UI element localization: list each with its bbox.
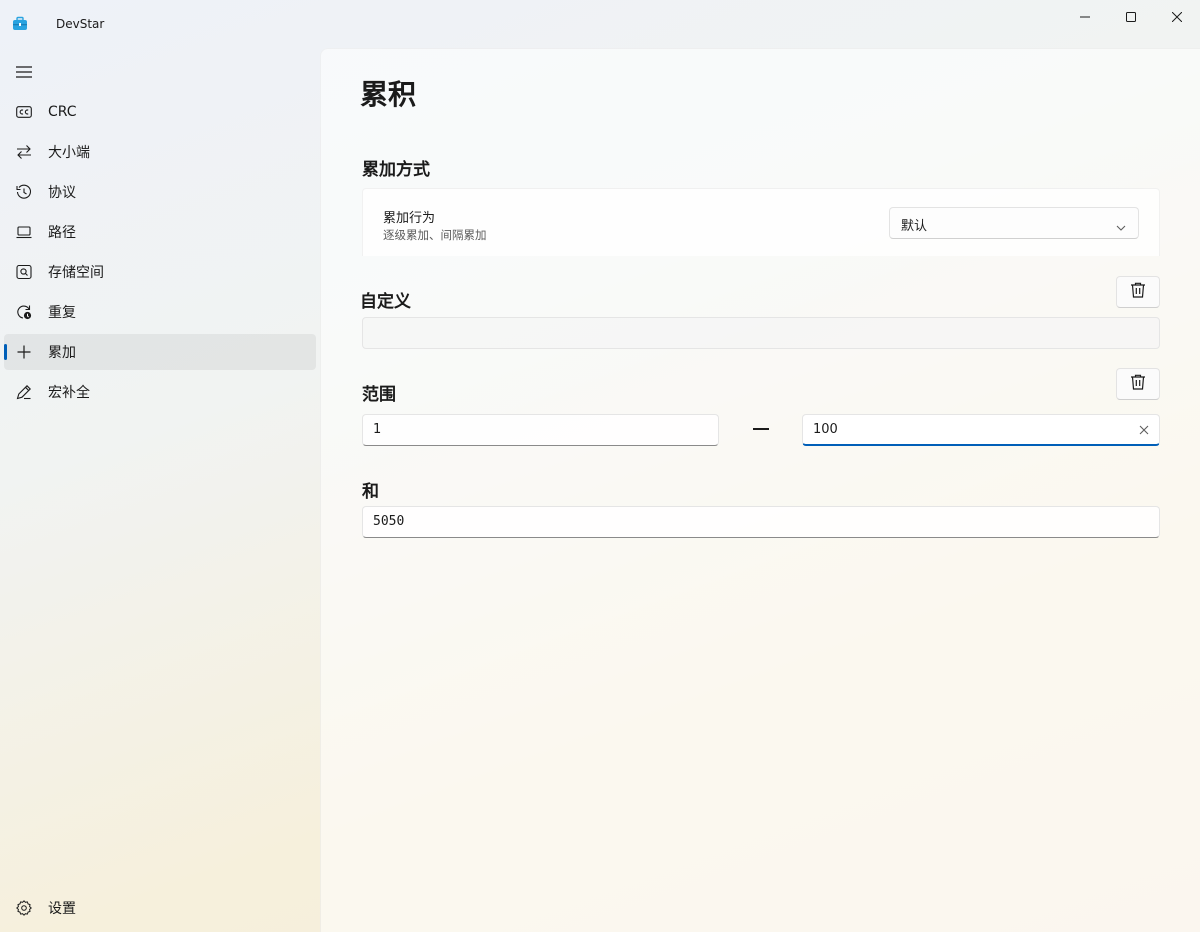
close-button[interactable]	[1154, 0, 1200, 32]
accumulate-mode-heading: 累加方式	[362, 160, 430, 180]
behavior-dropdown[interactable]: 默认	[889, 207, 1139, 239]
trash-icon	[1129, 281, 1147, 303]
repeat-icon	[15, 303, 33, 321]
sidebar-item-endianness[interactable]: 大小端	[4, 134, 316, 170]
sidebar-item-path[interactable]: 路径	[4, 214, 316, 250]
sidebar-nav: CRC 大小端 协议 路径 存储空间 重复 累加 宏补全	[4, 94, 316, 414]
swap-arrows-icon	[15, 143, 33, 161]
sum-output[interactable]: 5050	[362, 506, 1160, 538]
gear-icon	[15, 899, 33, 917]
range-start-value: 1	[373, 422, 382, 437]
range-end-input[interactable]: 100	[802, 414, 1160, 446]
range-start-input[interactable]: 1	[362, 414, 719, 446]
sidebar-item-label: 协议	[48, 185, 76, 201]
page-title: 累积	[360, 78, 417, 111]
cc-icon	[15, 103, 33, 121]
sidebar-item-label: 大小端	[48, 145, 90, 161]
menu-toggle-button[interactable]	[4, 56, 44, 88]
content-panel: 累积 累加方式 累加行为 逐级累加、间隔累加 默认 自定义 范围 1 100 和…	[320, 48, 1200, 932]
storage-search-icon	[15, 263, 33, 281]
sidebar-item-macro-complete[interactable]: 宏补全	[4, 374, 316, 410]
hamburger-icon	[16, 63, 32, 82]
plus-icon	[15, 343, 33, 361]
custom-heading: 自定义	[360, 292, 411, 312]
title-bar: DevStar	[0, 0, 1200, 48]
close-icon	[1171, 7, 1183, 26]
sidebar-item-label: 宏补全	[48, 385, 90, 401]
sum-heading: 和	[362, 482, 379, 502]
laptop-icon	[15, 223, 33, 241]
sidebar-item-accumulate[interactable]: 累加	[4, 334, 316, 370]
sidebar-footer: 设置	[4, 890, 316, 930]
sidebar-item-label: 设置	[48, 901, 76, 917]
sidebar-item-label: 重复	[48, 305, 76, 321]
maximize-icon	[1126, 7, 1136, 26]
sum-value: 5050	[373, 514, 405, 529]
pen-icon	[15, 383, 33, 401]
clear-icon[interactable]	[1137, 423, 1151, 437]
minimize-icon	[1080, 7, 1090, 26]
behavior-selected-value: 默认	[901, 219, 928, 234]
sidebar-item-repeat[interactable]: 重复	[4, 294, 316, 330]
minimize-button[interactable]	[1062, 0, 1108, 32]
sidebar-item-storage[interactable]: 存储空间	[4, 254, 316, 290]
behavior-title: 累加行为	[383, 211, 436, 226]
maximize-button[interactable]	[1108, 0, 1154, 32]
trash-icon	[1129, 373, 1147, 395]
accumulate-behavior-card: 累加行为 逐级累加、间隔累加 默认	[362, 188, 1160, 256]
sidebar-item-crc[interactable]: CRC	[4, 94, 316, 130]
range-separator	[753, 428, 769, 430]
app-title: DevStar	[56, 17, 105, 31]
custom-delete-button[interactable]	[1116, 276, 1160, 308]
behavior-description: 逐级累加、间隔累加	[383, 228, 487, 242]
sidebar-item-protocol[interactable]: 协议	[4, 174, 316, 210]
custom-input[interactable]	[362, 317, 1160, 349]
sidebar-item-label: 累加	[48, 345, 76, 361]
sidebar-item-label: 路径	[48, 225, 76, 241]
range-heading: 范围	[362, 385, 396, 405]
range-end-value: 100	[813, 422, 838, 437]
range-delete-button[interactable]	[1116, 368, 1160, 400]
toolbox-icon	[12, 16, 28, 32]
sidebar-item-label: CRC	[48, 104, 77, 120]
history-icon	[15, 183, 33, 201]
sidebar-item-settings[interactable]: 设置	[4, 890, 316, 926]
chevron-down-icon	[1116, 218, 1126, 231]
sidebar-item-label: 存储空间	[48, 265, 104, 281]
